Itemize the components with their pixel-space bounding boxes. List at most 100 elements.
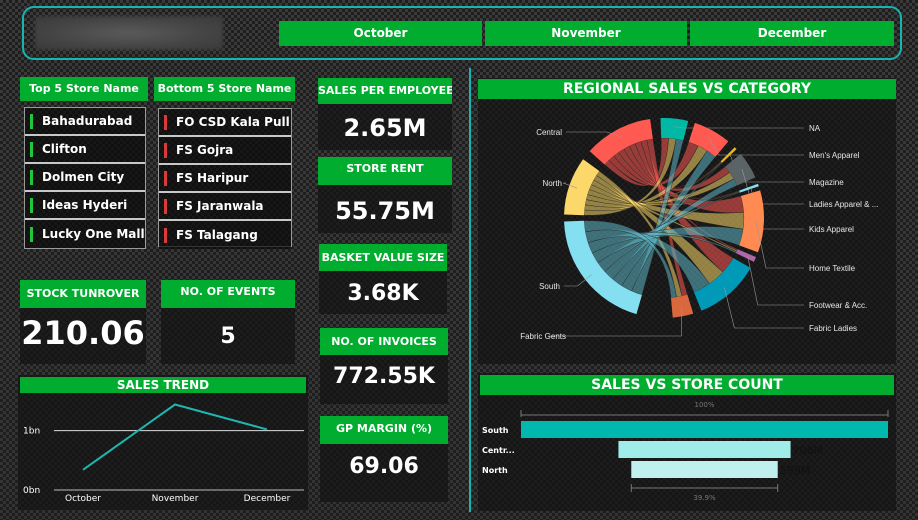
store-indicator-bar xyxy=(30,169,33,185)
funnel-category-label: North xyxy=(482,466,508,475)
store-list-item[interactable]: FS Gojra xyxy=(159,137,291,165)
chord-leader-line xyxy=(548,308,682,337)
store-indicator-bar xyxy=(30,226,33,242)
bottom-stores-title: Bottom 5 Store Name xyxy=(154,77,295,101)
sales-per-employee-card: SALES PER EMPLOYEE 2.65M xyxy=(318,78,452,150)
sales-per-employee-label: SALES PER EMPLOYEE xyxy=(318,78,452,104)
chord-category-label: Fabric Ladies xyxy=(809,324,857,333)
chord-category-label: Footwear & Acc. xyxy=(809,301,867,310)
stock-turnover-card: STOCK TUNROVER 210.06 xyxy=(20,280,146,364)
invoices-value: 772.55K xyxy=(333,364,435,389)
funnel-category-label: South xyxy=(482,426,509,435)
month-filter-november[interactable]: November xyxy=(485,21,687,46)
chord-category-label: Home Textile xyxy=(809,264,856,273)
month-filter-december[interactable]: December xyxy=(690,21,894,46)
store-list-item[interactable]: FO CSD Kala Pull xyxy=(159,109,291,137)
chord-category-label: Ladies Apparel & ... xyxy=(809,200,878,209)
invoices-label: NO. OF INVOICES xyxy=(320,328,448,355)
events-card: NO. OF EVENTS 5 xyxy=(161,280,295,364)
gp-margin-card: GP MARGIN (%) 69.06 xyxy=(320,416,448,502)
x-tick-label: October xyxy=(65,494,101,504)
store-name: Ideas Hyderi xyxy=(42,198,128,212)
sales-store-count-title: SALES VS STORE COUNT xyxy=(480,375,894,395)
basket-value-label: BASKET VALUE SIZE xyxy=(319,244,447,271)
chord-category-arc xyxy=(739,183,759,193)
chord-leader-line xyxy=(724,287,804,329)
chord-region-label: Central xyxy=(536,128,562,137)
store-indicator-bar xyxy=(164,198,167,214)
sales-trend-line xyxy=(82,403,268,471)
gp-margin-label: GP MARGIN (%) xyxy=(320,416,448,444)
store-list-item[interactable]: Dolmen City xyxy=(25,164,145,192)
chord-category-label: Kids Apparel xyxy=(809,225,854,234)
funnel-category-label: Centr... xyxy=(482,446,515,455)
x-tick-label: November xyxy=(152,494,199,504)
chord-category-label: Magazine xyxy=(809,178,844,187)
store-name: Lucky One Mall xyxy=(42,227,145,241)
store-list-item[interactable]: Clifton xyxy=(25,136,145,164)
y-tick-label: 0bn xyxy=(23,486,40,496)
chord-category-label: Men's Apparel xyxy=(809,151,860,160)
regional-sales-title: REGIONAL SALES VS CATEGORY xyxy=(478,79,896,99)
funnel-bar xyxy=(618,441,791,458)
store-rent-value: 55.75M xyxy=(335,197,435,225)
store-name: FS Talagang xyxy=(176,228,258,242)
chord-leader-line xyxy=(673,126,804,129)
top-stores-title: Top 5 Store Name xyxy=(20,77,148,101)
basket-value-value: 3.68K xyxy=(347,281,419,306)
funnel-bar xyxy=(631,461,778,478)
chord-region-label: North xyxy=(542,179,562,188)
chord-region-label: South xyxy=(539,282,560,291)
chord-category-label: NA xyxy=(809,124,821,133)
bottom-stores-panel: Bottom 5 Store Name FO CSD Kala Pull FS G… xyxy=(152,75,297,262)
funnel-bottom-percent: 39.9% xyxy=(693,494,716,502)
store-indicator-bar xyxy=(164,170,167,186)
top-stores-list: Bahadurabad Clifton Dolmen City Ideas Hyder… xyxy=(24,107,146,249)
basket-value-card: BASKET VALUE SIZE 3.68K xyxy=(319,244,447,314)
bottom-stores-list: FO CSD Kala Pull FS Gojra FS Haripur FS Jar… xyxy=(158,108,292,249)
sales-store-count-funnel: 100% South Centr... 706M North 599M 39.9% xyxy=(482,401,889,502)
chord-leader-line xyxy=(747,256,804,306)
store-list-item[interactable]: Lucky One Mall xyxy=(25,220,145,248)
invoices-card: NO. OF INVOICES 772.55K xyxy=(320,328,448,404)
store-list-item[interactable]: Ideas Hyderi xyxy=(25,192,145,220)
store-name: Dolmen City xyxy=(42,170,125,184)
sales-trend-chart: 0bn 1bn October November December xyxy=(23,403,304,504)
funnel-value-label: 706M xyxy=(793,444,824,457)
store-name: Clifton xyxy=(42,142,87,156)
chord-category-arc xyxy=(735,249,757,262)
store-rent-label: STORE RENT xyxy=(318,157,452,185)
x-tick-label: December xyxy=(244,494,291,504)
company-logo xyxy=(35,16,223,50)
store-indicator-bar xyxy=(30,113,33,129)
store-indicator-bar xyxy=(164,114,167,130)
gp-margin-value: 69.06 xyxy=(349,454,419,479)
sales-per-employee-value: 2.65M xyxy=(343,114,427,142)
store-list-item[interactable]: FS Talagang xyxy=(159,221,291,249)
store-list-item[interactable]: Bahadurabad xyxy=(25,108,145,136)
events-value: 5 xyxy=(220,324,236,349)
regional-sales-panel: REGIONAL SALES VS CATEGORY Central North S… xyxy=(478,78,896,364)
store-name: FS Gojra xyxy=(176,143,234,157)
sales-store-count-panel: SALES VS STORE COUNT 100% South Centr... 70… xyxy=(478,373,896,511)
store-name: FS Jaranwala xyxy=(176,199,264,213)
store-name: FO CSD Kala Pull xyxy=(176,115,290,129)
sales-trend-panel: SALES TREND 0bn 1bn October November Decembe… xyxy=(18,375,308,510)
store-name: Bahadurabad xyxy=(42,114,133,128)
chord-category-label: Fabric Gents xyxy=(520,332,566,341)
store-list-item[interactable]: FS Jaranwala xyxy=(159,193,291,221)
store-list-item[interactable]: FS Haripur xyxy=(159,165,291,193)
regional-sales-chord-chart: Central North South NA Men's Apparel Magazine… xyxy=(520,118,878,341)
store-name: FS Haripur xyxy=(176,171,249,185)
stock-turnover-label: STOCK TUNROVER xyxy=(20,280,146,308)
store-indicator-bar xyxy=(30,141,33,157)
month-filter-october[interactable]: October xyxy=(279,21,482,46)
section-divider xyxy=(469,68,471,512)
funnel-value-label: 599M xyxy=(780,464,811,477)
chord-category-arc xyxy=(670,294,694,318)
stock-turnover-value: 210.06 xyxy=(21,314,145,352)
top-stores-panel: Top 5 Store Name Bahadurabad Clifton Dolme… xyxy=(18,75,150,262)
funnel-top-percent: 100% xyxy=(694,401,714,409)
store-indicator-bar xyxy=(30,197,33,213)
store-indicator-bar xyxy=(164,227,167,243)
